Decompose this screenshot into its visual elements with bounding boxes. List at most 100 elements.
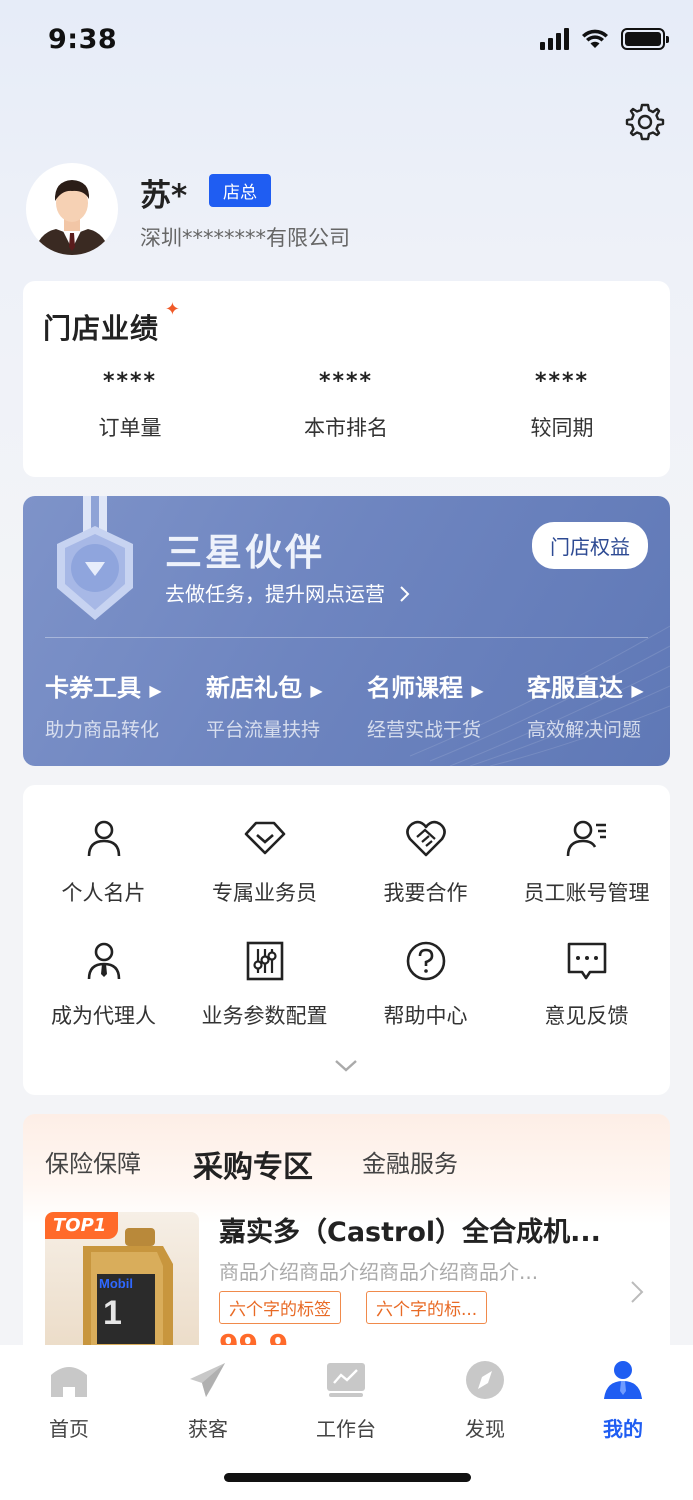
tool-feedback[interactable]: 意见反馈 <box>506 940 667 1030</box>
medal-icon <box>57 496 133 620</box>
store-performance-card[interactable]: 门店业绩 ✦ **** 订单量 **** 本市排名 **** 较同期 <box>23 281 670 477</box>
tabbar-home[interactable]: 首页 <box>19 1359 119 1442</box>
caret-right-icon: ▶ <box>149 681 162 700</box>
tool-cooperate[interactable]: 我要合作 <box>345 817 506 907</box>
partner-item-desc: 高效解决问题 <box>527 719 642 741</box>
tabbar-label: 我的 <box>603 1417 643 1441</box>
avatar-illustration <box>34 180 110 255</box>
chevron-down-icon[interactable] <box>333 1057 359 1075</box>
tabbar-label: 工作台 <box>316 1417 376 1441</box>
tab-procurement[interactable]: 采购专区 <box>193 1142 313 1186</box>
chevron-right-icon <box>400 586 410 602</box>
workbench-icon <box>327 1363 365 1397</box>
stat-value: **** <box>318 369 374 394</box>
home-icon <box>51 1367 87 1397</box>
tool-label: 业务参数配置 <box>201 1004 328 1028</box>
wifi-icon <box>582 29 608 48</box>
company-name: 深圳********有限公司 <box>140 226 350 250</box>
tool-label: 专属业务员 <box>212 881 317 905</box>
staff-list-icon <box>566 820 606 857</box>
partner-item-desc: 经营实战干货 <box>367 719 482 741</box>
product-name[interactable]: 嘉实多（Castrol）全合成机... <box>219 1210 601 1249</box>
svg-text:Mobil: Mobil <box>99 1276 133 1291</box>
caret-right-icon: ▶ <box>471 681 484 700</box>
tabbar-label: 发现 <box>465 1417 505 1441</box>
stat-label: 本市排名 <box>304 416 388 440</box>
stat-value: **** <box>534 369 590 394</box>
partner-item-title: 新店礼包 <box>206 674 302 702</box>
paper-plane-icon <box>190 1363 225 1397</box>
stat-city-rank: **** 本市排名 <box>266 369 426 442</box>
stat-orders: **** 订单量 <box>50 369 210 442</box>
sliders-icon <box>246 941 283 981</box>
store-benefits-button[interactable]: 门店权益 <box>532 522 648 569</box>
performance-title: 门店业绩 ✦ <box>43 299 180 347</box>
caret-right-icon: ▶ <box>631 681 644 700</box>
partner-subtitle-text: 去做任务，提升网点运营 <box>165 582 385 606</box>
tool-become-agent[interactable]: 成为代理人 <box>23 940 184 1030</box>
tabbar-discover[interactable]: 发现 <box>435 1359 535 1442</box>
person-icon <box>87 820 120 857</box>
partner-item-title: 卡券工具 <box>45 674 141 702</box>
compass-icon <box>466 1361 504 1399</box>
battery-icon <box>621 28 669 50</box>
tool-label: 帮助中心 <box>383 1004 468 1028</box>
home-indicator <box>224 1473 471 1482</box>
partner-level-card[interactable]: 三星伙伴 去做任务，提升网点运营 门店权益 卡券工具 ▶ 助力商品转化 新店礼包… <box>23 496 670 766</box>
tabbar-mine[interactable]: 我的 <box>573 1359 673 1442</box>
partner-item-desc: 助力商品转化 <box>45 719 160 741</box>
chevron-right-icon[interactable] <box>630 1280 644 1304</box>
tool-business-card[interactable]: 个人名片 <box>23 817 184 907</box>
partner-title: 三星伙伴 <box>165 531 325 574</box>
tool-label: 意见反馈 <box>544 1004 629 1028</box>
top-badge: TOP1 <box>45 1212 119 1239</box>
tabbar-label: 首页 <box>49 1417 89 1441</box>
tools-grid-card: 个人名片 专属业务员 我要合作 员工账号管理 成为代理人 业务参数配置 帮助中心… <box>23 785 670 1095</box>
product-tag: 六个字的标签 <box>219 1291 341 1324</box>
partner-item-title: 名师课程 <box>367 674 463 702</box>
tool-label: 个人名片 <box>61 881 146 905</box>
stat-yoy: **** 较同期 <box>482 369 642 442</box>
diamond-icon <box>244 821 285 855</box>
product-tag: 六个字的标... <box>366 1291 488 1324</box>
chat-dots-icon <box>567 942 606 980</box>
tab-insurance[interactable]: 保险保障 <box>45 1144 141 1179</box>
svg-text:1: 1 <box>103 1294 122 1332</box>
handshake-heart-icon <box>405 820 446 857</box>
help-circle-icon <box>406 941 445 981</box>
partner-item-courses[interactable]: 名师课程 ▶ 经营实战干货 <box>367 668 484 742</box>
tool-label: 成为代理人 <box>51 1004 156 1028</box>
tool-label: 员工账号管理 <box>523 881 650 905</box>
partner-item-title: 客服直达 <box>527 674 623 702</box>
tool-staff-accounts[interactable]: 员工账号管理 <box>506 817 667 907</box>
user-icon <box>604 1361 642 1399</box>
status-bar: 9:38 <box>0 0 693 84</box>
product-description: 商品介绍商品介绍商品介绍商品介... <box>219 1260 539 1284</box>
tool-salesperson[interactable]: 专属业务员 <box>184 817 345 907</box>
tabbar-label: 获客 <box>188 1417 228 1441</box>
partner-item-new-store-pack[interactable]: 新店礼包 ▶ 平台流量扶持 <box>206 668 323 742</box>
divider <box>45 637 648 638</box>
tabbar-customers[interactable]: 获客 <box>158 1359 258 1442</box>
shop-section-card: 保险保障 采购专区 金融服务 Mobil 1 TOP1 嘉实多（Castrol）… <box>23 1114 670 1374</box>
stat-value: **** <box>102 369 158 394</box>
status-time: 9:38 <box>48 24 118 55</box>
role-badge: 店总 <box>209 174 271 207</box>
status-icons <box>540 28 669 50</box>
partner-item-coupons[interactable]: 卡券工具 ▶ 助力商品转化 <box>45 668 162 742</box>
tab-finance[interactable]: 金融服务 <box>362 1144 458 1179</box>
partner-item-customer-service[interactable]: 客服直达 ▶ 高效解决问题 <box>527 668 644 742</box>
tool-business-settings[interactable]: 业务参数配置 <box>184 940 345 1030</box>
tabbar-workbench[interactable]: 工作台 <box>296 1359 396 1442</box>
tool-label: 我要合作 <box>383 881 468 905</box>
tool-help-center[interactable]: 帮助中心 <box>345 940 506 1030</box>
performance-title-text: 门店业绩 <box>43 312 160 345</box>
stat-label: 较同期 <box>530 416 594 440</box>
agent-tie-icon <box>87 942 120 980</box>
avatar[interactable] <box>26 163 118 255</box>
cellular-signal-icon <box>540 28 569 50</box>
caret-right-icon: ▶ <box>310 681 323 700</box>
partner-subtitle-link[interactable]: 去做任务，提升网点运营 <box>165 578 411 607</box>
stat-label: 订单量 <box>98 416 162 440</box>
settings-gear-icon[interactable] <box>625 102 665 142</box>
